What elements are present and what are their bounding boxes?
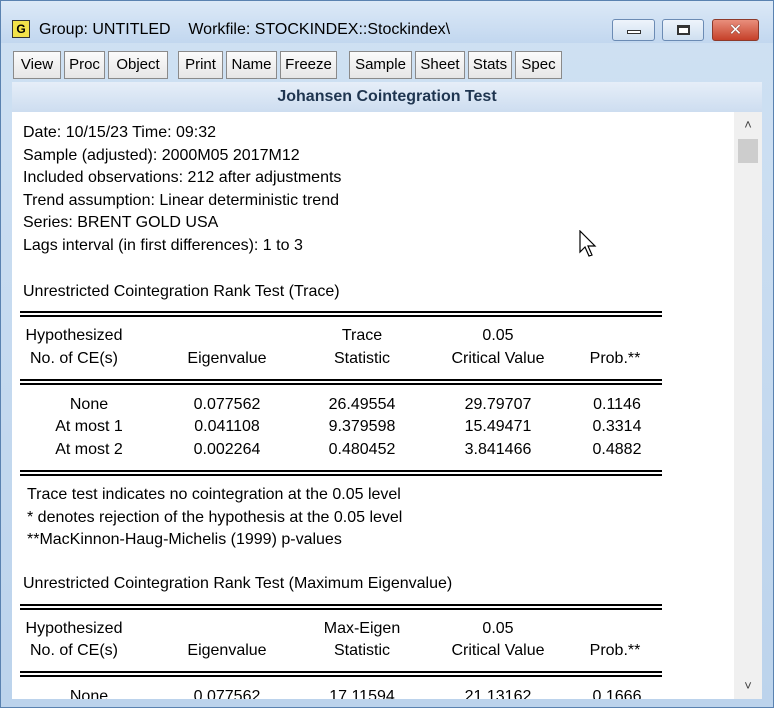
stats-button[interactable]: Stats bbox=[468, 51, 512, 79]
sheet-button[interactable]: Sheet bbox=[415, 51, 465, 79]
trace-col-ces: No. of CE(s) bbox=[29, 350, 118, 367]
maxeig-col-critical-value: Critical Value bbox=[451, 642, 545, 659]
test-output-pane[interactable]: Date: 10/15/23 Time: 09:32 Sample (adjus… bbox=[12, 112, 734, 699]
trace-table-header-rule bbox=[20, 379, 662, 385]
maxeig-col-statistic: Statistic bbox=[333, 642, 390, 659]
output-sample-line: Sample (adjusted): 2000M05 2017M12 bbox=[23, 147, 300, 164]
maxeig-row-none-critical: 21.13162 bbox=[464, 688, 532, 699]
title-bar[interactable]: G Group: UNTITLED Workfile: STOCKINDEX::… bbox=[1, 1, 773, 43]
trace-row-1-prob: 0.3314 bbox=[592, 418, 642, 435]
trace-col-critical-value: Critical Value bbox=[451, 350, 545, 367]
spec-button[interactable]: Spec bbox=[515, 51, 562, 79]
maxeig-col-ces: No. of CE(s) bbox=[29, 642, 118, 659]
group-app-icon: G bbox=[12, 20, 30, 38]
trace-col-trace: Trace bbox=[341, 327, 383, 344]
trace-col-hypothesized: Hypothesized bbox=[25, 327, 123, 344]
maxeig-table-header-rule bbox=[20, 671, 662, 677]
maxeig-row-none-eigenvalue: 0.077562 bbox=[193, 688, 261, 699]
maxeig-row-none-label: None bbox=[69, 688, 109, 699]
sample-button[interactable]: Sample bbox=[349, 51, 412, 79]
workfile-group-window: G Group: UNTITLED Workfile: STOCKINDEX::… bbox=[0, 0, 774, 708]
maximize-icon bbox=[677, 25, 690, 35]
print-button[interactable]: Print bbox=[178, 51, 223, 79]
maxeig-test-title: Unrestricted Cointegration Rank Test (Ma… bbox=[23, 575, 453, 592]
close-icon: ✕ bbox=[728, 20, 743, 39]
output-trend-line: Trend assumption: Linear deterministic t… bbox=[23, 192, 339, 209]
view-button[interactable]: View bbox=[13, 51, 61, 79]
trace-table-bottom-rule bbox=[20, 470, 662, 476]
trace-note-rejection: * denotes rejection of the hypothesis at… bbox=[27, 509, 403, 526]
trace-row-none-critical: 29.79707 bbox=[464, 396, 532, 413]
trace-row-none-prob: 0.1146 bbox=[593, 396, 641, 413]
trace-row-1-critical: 15.49471 bbox=[464, 418, 532, 435]
trace-row-2-statistic: 0.480452 bbox=[328, 441, 396, 458]
trace-note-pvalues: **MacKinnon-Haug-Michelis (1999) p-value… bbox=[27, 531, 342, 548]
trace-col-statistic: Statistic bbox=[333, 350, 390, 367]
mouse-pointer-icon bbox=[579, 230, 597, 257]
freeze-button[interactable]: Freeze bbox=[280, 51, 337, 79]
minimize-icon bbox=[627, 30, 641, 34]
output-observations-line: Included observations: 212 after adjustm… bbox=[23, 169, 342, 186]
trace-col-prob: Prob.** bbox=[589, 350, 641, 367]
proc-button[interactable]: Proc bbox=[64, 51, 105, 79]
maxeig-table-top-rule bbox=[20, 604, 662, 610]
maxeig-col-maxeigen: Max-Eigen bbox=[323, 620, 401, 637]
trace-row-2-label: At most 2 bbox=[55, 441, 123, 458]
trace-row-1-eigenvalue: 0.041108 bbox=[194, 418, 260, 435]
trace-row-1-statistic: 9.379598 bbox=[328, 418, 396, 435]
maxeig-col-prob: Prob.** bbox=[589, 642, 641, 659]
trace-row-none-label: None bbox=[69, 396, 109, 413]
scroll-up-arrow-icon[interactable]: ˄ bbox=[734, 114, 762, 136]
trace-col-level: 0.05 bbox=[482, 327, 514, 344]
object-button[interactable]: Object bbox=[108, 51, 168, 79]
maxeig-col-eigenvalue: Eigenvalue bbox=[187, 642, 267, 659]
scroll-thumb[interactable] bbox=[738, 139, 758, 163]
window-title: Group: UNTITLED Workfile: STOCKINDEX::St… bbox=[39, 21, 451, 38]
maxeig-row-none-prob: 0.1666 bbox=[592, 688, 642, 699]
output-date-line: Date: 10/15/23 Time: 09:32 bbox=[23, 124, 217, 141]
vertical-scrollbar[interactable]: ˄ ˅ bbox=[734, 112, 762, 699]
trace-test-title: Unrestricted Cointegration Rank Test (Tr… bbox=[23, 283, 340, 300]
maxeig-col-level: 0.05 bbox=[482, 620, 514, 637]
maxeig-col-hypothesized: Hypothesized bbox=[25, 620, 123, 637]
output-lags-line: Lags interval (in first differences): 1 … bbox=[23, 237, 303, 254]
trace-row-none-statistic: 26.49554 bbox=[328, 396, 396, 413]
trace-col-eigenvalue: Eigenvalue bbox=[187, 350, 267, 367]
output-header: Johansen Cointegration Test bbox=[12, 82, 762, 112]
close-button[interactable]: ✕ bbox=[712, 19, 759, 41]
maximize-button[interactable] bbox=[662, 19, 704, 41]
minimize-button[interactable] bbox=[612, 19, 655, 41]
trace-row-1-label: At most 1 bbox=[55, 418, 123, 435]
name-button[interactable]: Name bbox=[226, 51, 277, 79]
trace-note-result: Trace test indicates no cointegration at… bbox=[27, 486, 401, 503]
output-series-line: Series: BRENT GOLD USA bbox=[23, 214, 219, 231]
toolbar: View Proc Object Print Name Freeze Sampl… bbox=[13, 51, 763, 79]
trace-table-top-rule bbox=[20, 311, 662, 317]
trace-row-2-critical: 3.841466 bbox=[464, 441, 532, 458]
trace-row-none-eigenvalue: 0.077562 bbox=[193, 396, 261, 413]
trace-row-2-eigenvalue: 0.002264 bbox=[193, 441, 261, 458]
maxeig-row-none-statistic: 17.11594 bbox=[329, 688, 395, 699]
trace-row-2-prob: 0.4882 bbox=[592, 441, 642, 458]
scroll-down-arrow-icon[interactable]: ˅ bbox=[734, 675, 762, 697]
